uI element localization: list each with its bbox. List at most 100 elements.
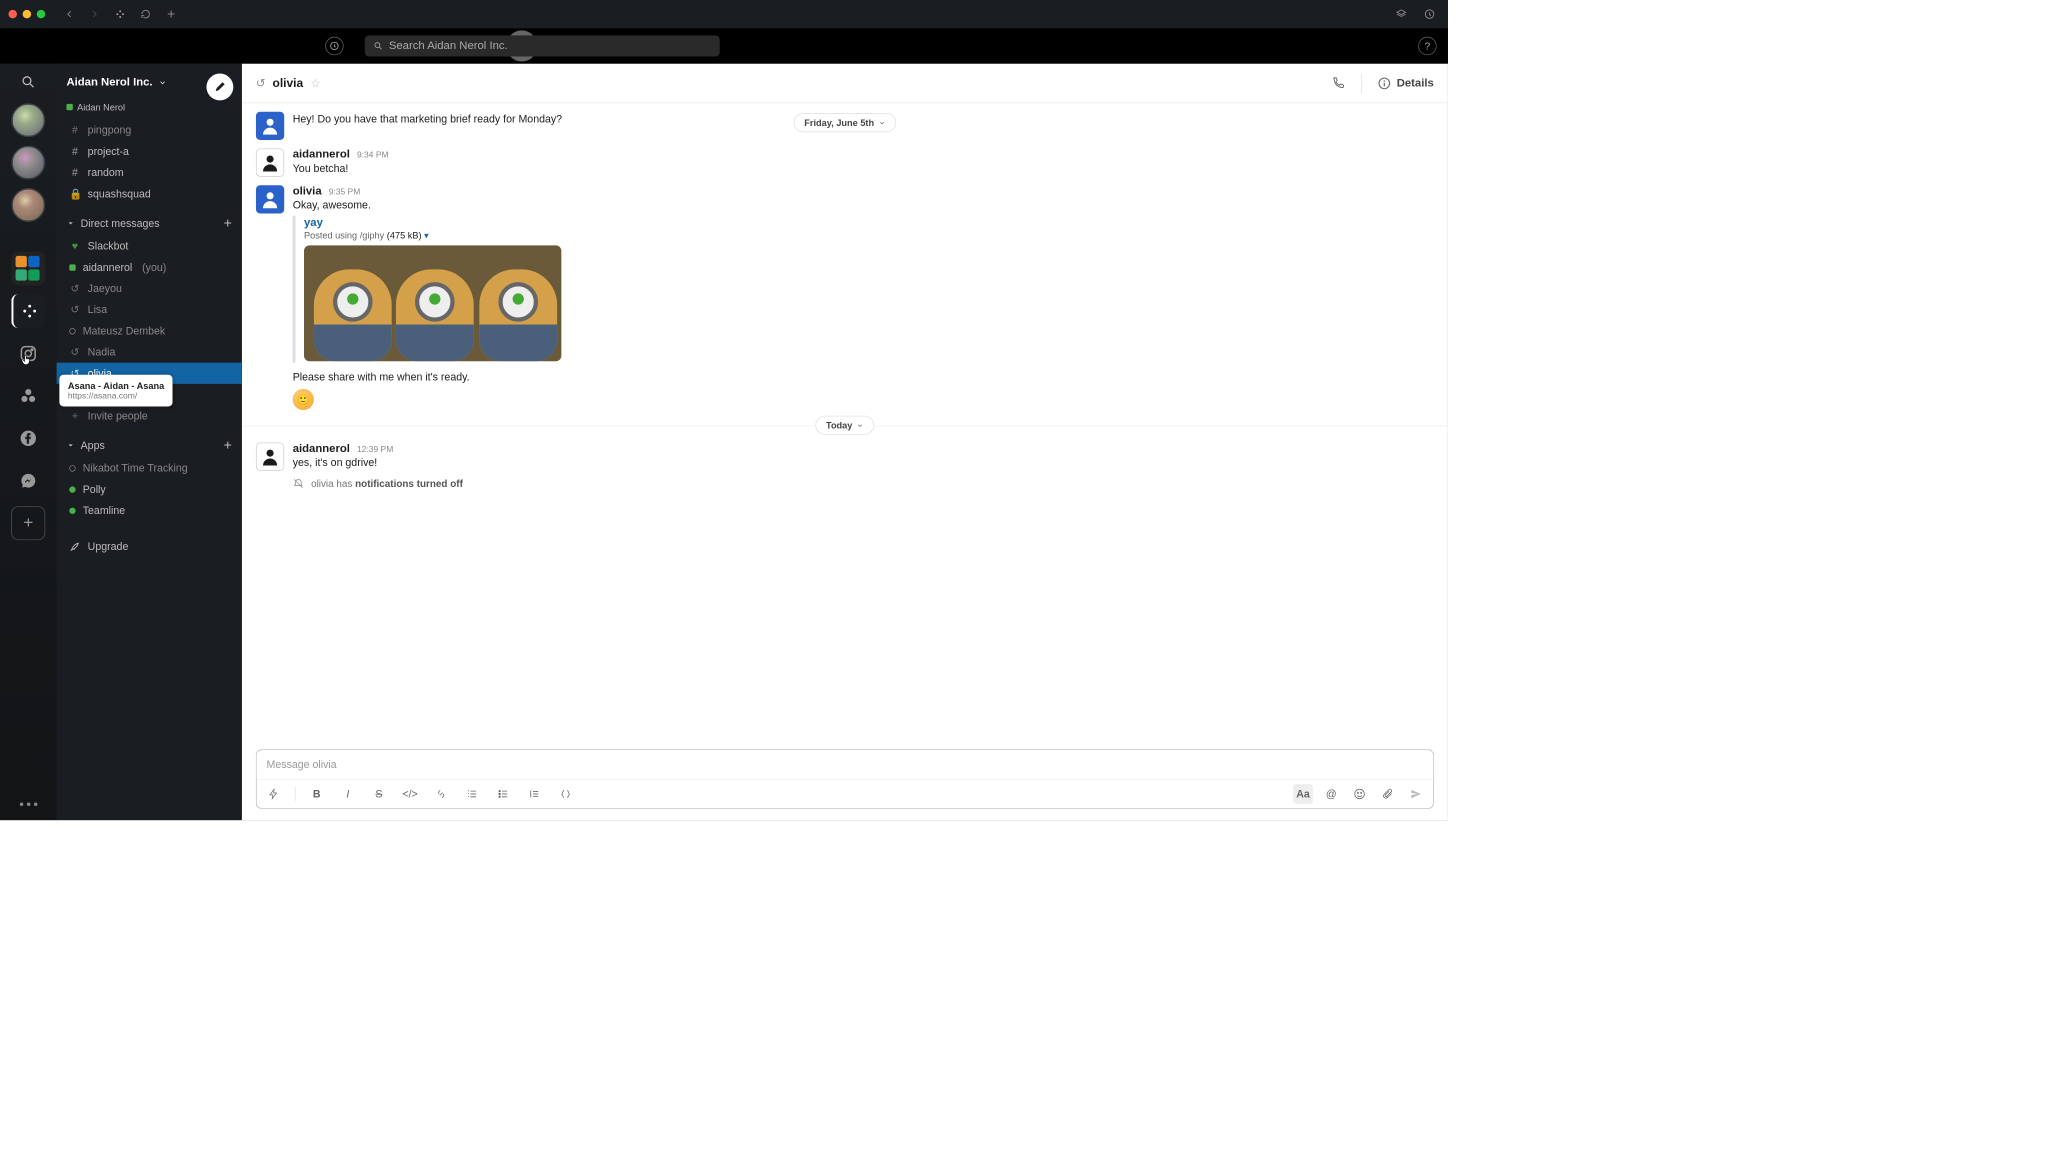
- ordered-list-button[interactable]: [462, 784, 482, 804]
- rail-facebook-icon[interactable]: [11, 421, 45, 455]
- dm-section-label: Direct messages: [81, 217, 160, 229]
- titlebar: +: [0, 0, 1448, 28]
- reaction-smile[interactable]: 🙂: [293, 389, 314, 410]
- rail-tile-apps[interactable]: [11, 252, 45, 286]
- section-apps[interactable]: Apps +: [57, 433, 242, 457]
- app-teamline[interactable]: Teamline: [57, 500, 242, 521]
- attachment[interactable]: yay Posted using /giphy (475 kB) ▾: [293, 216, 562, 363]
- rail-avatar-1[interactable]: [11, 103, 45, 137]
- channel-random[interactable]: #random: [57, 162, 242, 183]
- history-icon[interactable]: [325, 37, 343, 55]
- channel-project-a[interactable]: #project-a: [57, 141, 242, 162]
- date-divider-friday[interactable]: Friday, June 5th: [794, 113, 896, 132]
- compose-button[interactable]: [206, 74, 233, 101]
- slack-icon[interactable]: [110, 4, 130, 24]
- codeblock-button[interactable]: [556, 784, 576, 804]
- dm-nadia[interactable]: ↺Nadia: [57, 341, 242, 362]
- maximize-window[interactable]: [37, 10, 45, 18]
- dm-mateusz[interactable]: Mateusz Dembek: [57, 320, 242, 341]
- sender-name: aidannerol: [293, 443, 350, 456]
- message-row[interactable]: olivia9:35 PM Okay, awesome. yay Posted …: [242, 181, 1448, 414]
- add-dm-button[interactable]: +: [224, 215, 232, 231]
- message-text: Okay, awesome.: [293, 198, 562, 213]
- details-label: Details: [1397, 77, 1434, 90]
- date-divider-today[interactable]: Today: [815, 416, 874, 435]
- close-window[interactable]: [8, 10, 16, 18]
- caret-down-icon: [66, 219, 74, 227]
- dm-jaeyou[interactable]: ↺Jaeyou: [57, 278, 242, 299]
- timestamp: 12:39 PM: [357, 444, 393, 454]
- gif-preview[interactable]: [304, 245, 561, 361]
- app-polly[interactable]: Polly: [57, 479, 242, 500]
- workspace-user: Aidan Nerol: [57, 102, 242, 120]
- lightning-icon[interactable]: [264, 784, 284, 804]
- message-row[interactable]: aidannerol9:34 PM You betcha!: [242, 144, 1448, 181]
- emoji-button[interactable]: [1350, 784, 1370, 804]
- code-button[interactable]: </>: [400, 784, 420, 804]
- channel-pingpong[interactable]: #pingpong: [57, 119, 242, 140]
- bell-off-icon: [293, 478, 304, 489]
- sender-name: aidannerol: [293, 148, 350, 161]
- info-icon: [1377, 76, 1391, 90]
- current-user-label: Aidan Nerol: [77, 102, 125, 113]
- rail-slack-icon[interactable]: [11, 294, 45, 328]
- format-toolbar: B I S </> Aa @: [257, 779, 1433, 808]
- dm-invite-people[interactable]: +Invite people: [57, 405, 242, 426]
- presence-indicator: [66, 104, 72, 110]
- channel-title[interactable]: olivia: [272, 76, 303, 90]
- tooltip-url: https://asana.com/: [68, 391, 164, 401]
- dm-lisa[interactable]: ↺Lisa: [57, 299, 242, 320]
- app-rail: +: [0, 64, 57, 820]
- add-app-button[interactable]: +: [224, 437, 232, 453]
- channel-header: ↺ olivia ☆ Details: [242, 64, 1448, 104]
- upgrade-button[interactable]: Upgrade: [57, 532, 242, 560]
- upgrade-label: Upgrade: [88, 541, 129, 553]
- reload-icon[interactable]: [136, 4, 156, 24]
- clock-icon[interactable]: [1420, 4, 1440, 24]
- message-text: yes, it's on gdrive!: [293, 455, 394, 470]
- window-controls: [8, 10, 45, 18]
- attachment-size: (475 kB): [387, 230, 422, 241]
- rocket-icon: [69, 541, 80, 552]
- strike-button[interactable]: S: [369, 784, 389, 804]
- message-input[interactable]: [257, 750, 1433, 779]
- nav-back[interactable]: [59, 4, 79, 24]
- attachment-meta: Posted using /giphy: [304, 230, 384, 241]
- attach-button[interactable]: [1378, 784, 1398, 804]
- search-input[interactable]: Search Aidan Nerol Inc.: [365, 35, 720, 56]
- message-row[interactable]: aidannerol 12:39 PM yes, it's on gdrive!: [242, 438, 1448, 475]
- italic-button[interactable]: I: [338, 784, 358, 804]
- bullet-list-button[interactable]: [493, 784, 513, 804]
- rail-avatar-2[interactable]: [11, 146, 45, 180]
- caret-down-icon: [66, 441, 74, 449]
- link-button[interactable]: [431, 784, 451, 804]
- rail-asana-icon[interactable]: [11, 379, 45, 413]
- channel-squashsquad[interactable]: 🔒squashsquad: [57, 183, 242, 204]
- rail-add-button[interactable]: +: [11, 506, 45, 540]
- mention-button[interactable]: @: [1321, 784, 1341, 804]
- details-button[interactable]: Details: [1377, 76, 1434, 90]
- message-composer: B I S </> Aa @: [256, 749, 1434, 808]
- layers-icon[interactable]: [1391, 4, 1411, 24]
- rail-more-icon[interactable]: [19, 802, 37, 806]
- rail-avatar-3[interactable]: [11, 188, 45, 222]
- rail-search-icon[interactable]: [16, 69, 41, 94]
- message-list: Friday, June 5th Hey! Do you have that m…: [242, 103, 1448, 749]
- app-nikabot[interactable]: Nikabot Time Tracking: [57, 457, 242, 478]
- format-toggle-button[interactable]: Aa: [1293, 784, 1313, 804]
- section-direct-messages[interactable]: Direct messages +: [57, 211, 242, 235]
- new-tab-icon[interactable]: +: [161, 4, 181, 24]
- quote-button[interactable]: [525, 784, 545, 804]
- call-icon[interactable]: [1331, 76, 1345, 90]
- send-button[interactable]: [1406, 784, 1426, 804]
- star-icon[interactable]: ☆: [310, 76, 320, 90]
- bold-button[interactable]: B: [307, 784, 327, 804]
- tooltip-title: Asana - Aidan - Asana: [68, 380, 164, 391]
- help-icon[interactable]: ?: [1418, 37, 1436, 55]
- search-placeholder: Search Aidan Nerol Inc.: [389, 40, 508, 53]
- nav-forward[interactable]: [85, 4, 105, 24]
- minimize-window[interactable]: [23, 10, 31, 18]
- dm-self[interactable]: aidannerol(you): [57, 257, 242, 278]
- dm-slackbot[interactable]: ♥Slackbot: [57, 235, 242, 256]
- rail-messenger-icon[interactable]: [11, 464, 45, 498]
